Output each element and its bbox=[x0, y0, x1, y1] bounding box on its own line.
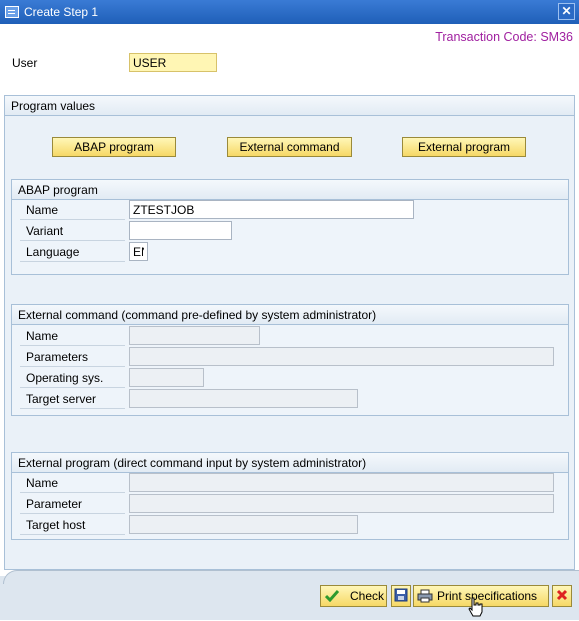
user-label: User bbox=[12, 56, 38, 70]
external-command-button[interactable]: External command bbox=[227, 137, 352, 157]
abap-program-title: ABAP program bbox=[12, 180, 568, 200]
row-divider bbox=[20, 387, 125, 388]
title-bar: Create Step 1 ✕ bbox=[0, 0, 579, 24]
transaction-code: Transaction Code: SM36 bbox=[435, 30, 573, 44]
row-divider bbox=[20, 261, 125, 262]
close-button[interactable]: ✕ bbox=[558, 3, 575, 20]
ext-prog-target-host-label: Target host bbox=[26, 518, 86, 532]
ext-prog-target-host-input bbox=[129, 515, 358, 534]
ext-cmd-parameters-input bbox=[129, 347, 554, 366]
ext-cmd-parameters-label: Parameters bbox=[26, 350, 89, 364]
user-input[interactable] bbox=[129, 53, 217, 72]
row-divider bbox=[20, 240, 125, 241]
row-divider bbox=[20, 219, 125, 220]
ext-cmd-opsys-label: Operating sys. bbox=[26, 371, 104, 385]
abap-name-input[interactable] bbox=[129, 200, 414, 219]
abap-variant-label: Variant bbox=[26, 224, 64, 238]
ext-cmd-target-server-input bbox=[129, 389, 358, 408]
row-divider bbox=[20, 366, 125, 367]
abap-name-label: Name bbox=[26, 203, 59, 217]
abap-language-label: Language bbox=[26, 245, 80, 259]
window-icon bbox=[5, 6, 19, 18]
program-values-title: Program values bbox=[5, 96, 574, 116]
hand-cursor-icon bbox=[465, 596, 487, 621]
print-label: Print specifications bbox=[437, 589, 538, 603]
external-command-title: External command (command pre-defined by… bbox=[12, 305, 568, 325]
save-button[interactable] bbox=[391, 585, 411, 607]
ext-prog-name-label: Name bbox=[26, 476, 59, 490]
abap-language-input[interactable] bbox=[129, 242, 148, 261]
check-label: Check bbox=[350, 589, 385, 603]
row-divider bbox=[20, 345, 125, 346]
ext-cmd-name-label: Name bbox=[26, 329, 59, 343]
ext-cmd-target-server-label: Target server bbox=[26, 392, 97, 406]
window-title: Create Step 1 bbox=[24, 5, 99, 19]
ext-cmd-name-input bbox=[129, 326, 260, 345]
save-icon bbox=[394, 588, 408, 605]
abap-variant-input[interactable] bbox=[129, 221, 232, 240]
row-divider bbox=[20, 513, 125, 514]
ext-prog-parameter-label: Parameter bbox=[26, 497, 83, 511]
check-icon bbox=[324, 588, 340, 604]
row-divider bbox=[20, 534, 125, 535]
abap-program-button[interactable]: ABAP program bbox=[52, 137, 176, 157]
external-program-title: External program (direct command input b… bbox=[12, 453, 568, 473]
ext-prog-name-input bbox=[129, 473, 554, 492]
ext-cmd-opsys-input bbox=[129, 368, 204, 387]
print-icon bbox=[417, 588, 433, 604]
row-divider bbox=[20, 492, 125, 493]
ext-prog-parameter-input bbox=[129, 494, 554, 513]
cancel-icon bbox=[556, 589, 568, 604]
external-program-button[interactable]: External program bbox=[402, 137, 526, 157]
cancel-button[interactable] bbox=[552, 585, 572, 607]
check-button[interactable]: Check bbox=[320, 585, 387, 607]
footer-curve bbox=[3, 570, 579, 584]
row-divider bbox=[20, 408, 125, 409]
